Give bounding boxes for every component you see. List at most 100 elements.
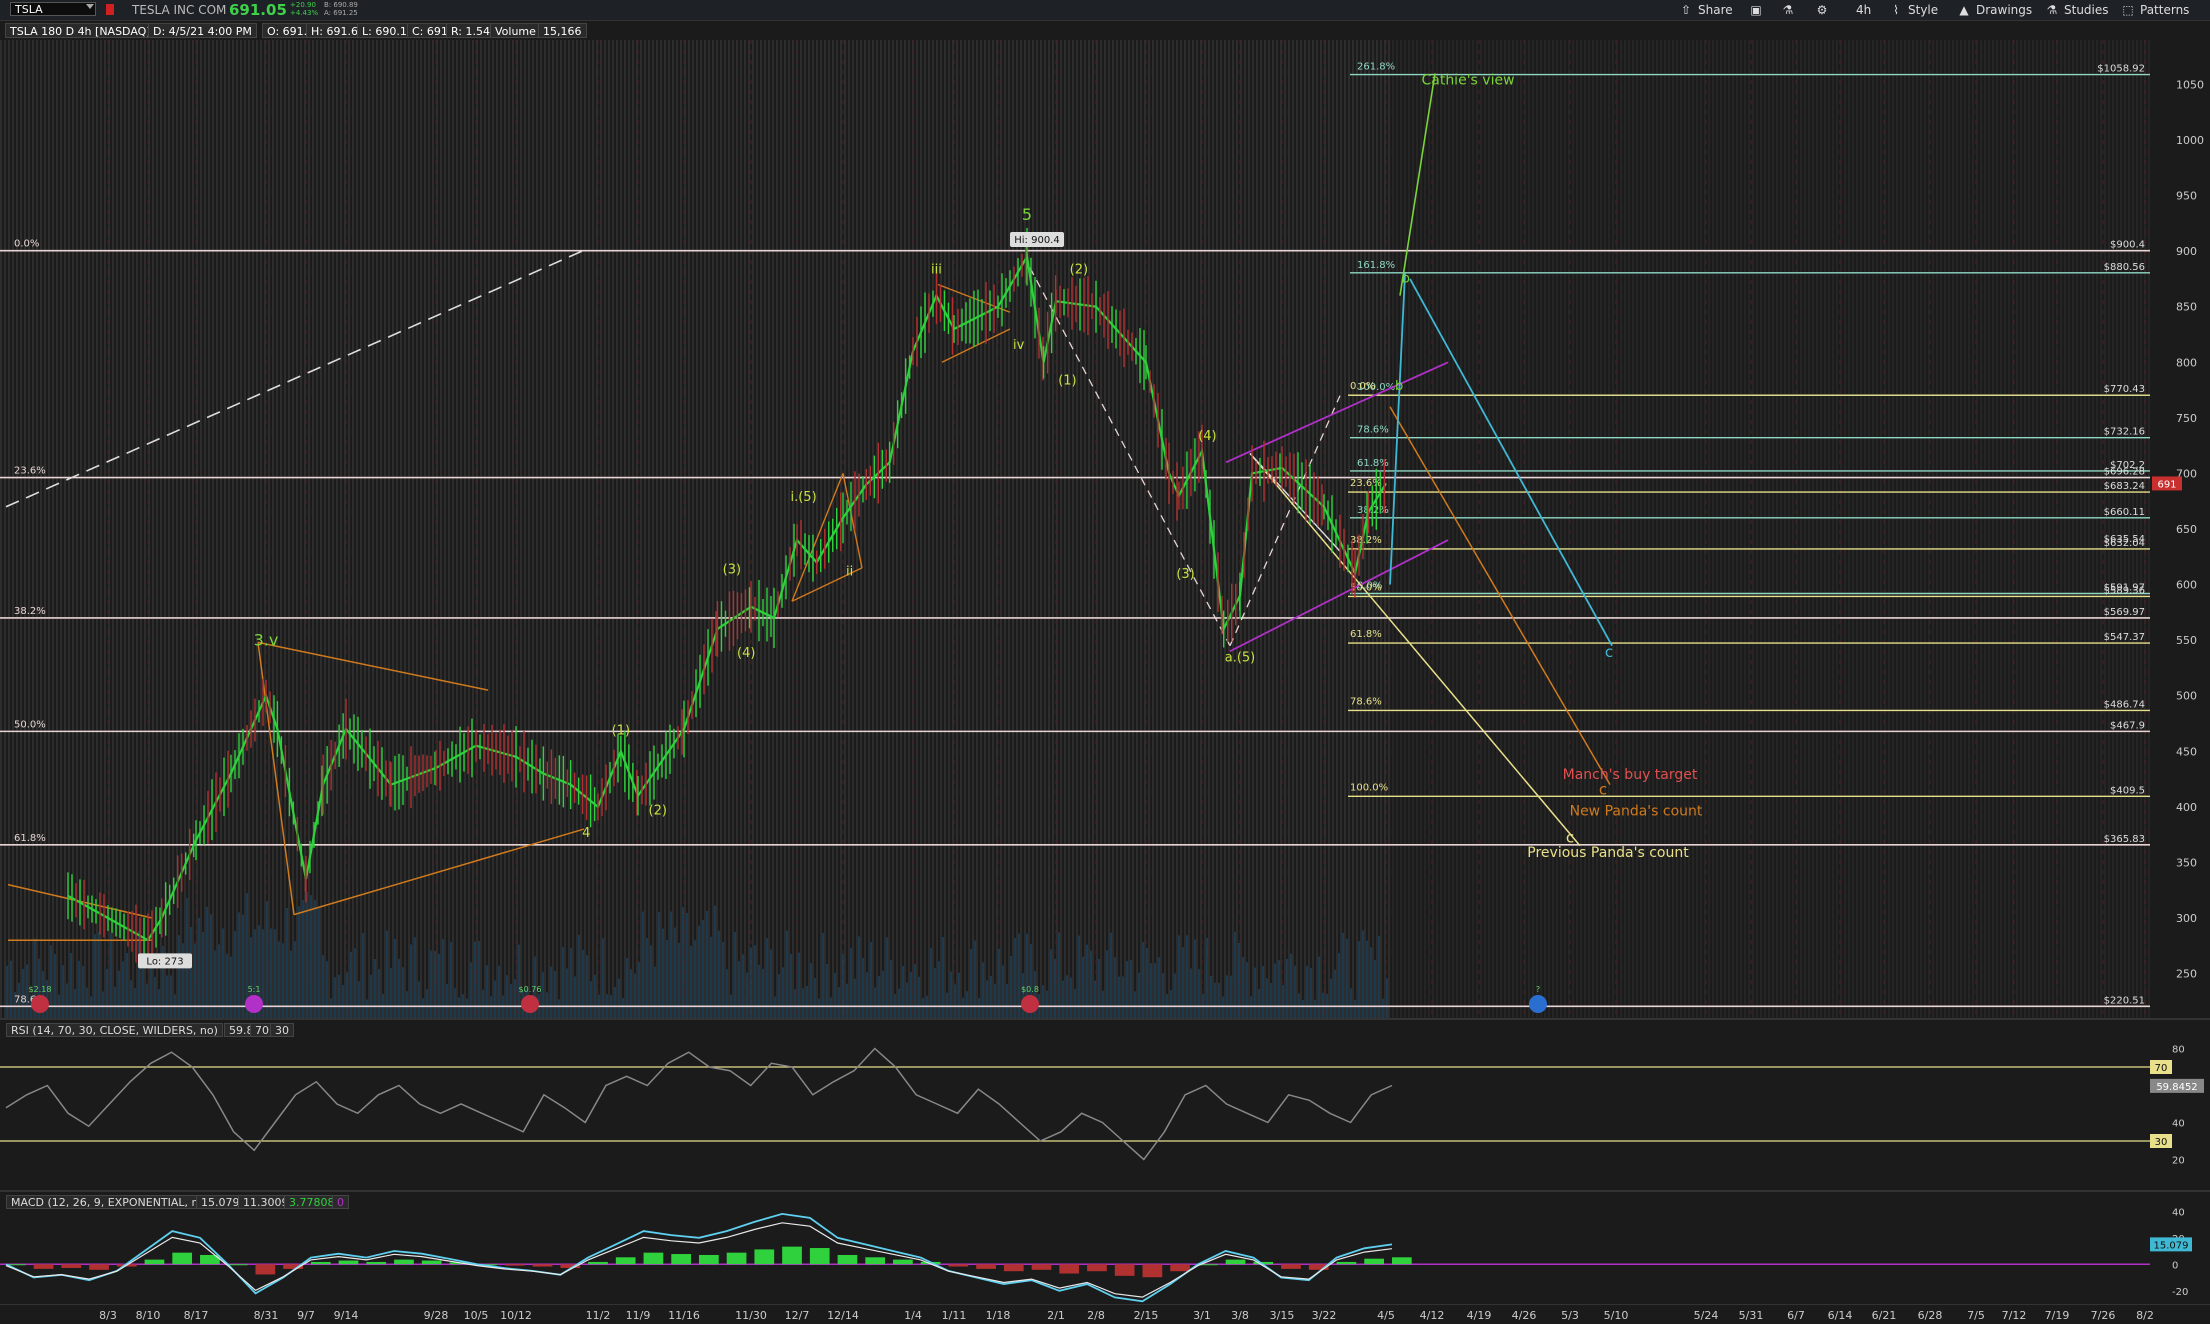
- volume-bar: [1066, 975, 1068, 1018]
- chevron-down-icon[interactable]: [86, 4, 94, 9]
- wave-label: (1): [612, 724, 630, 739]
- volume-bar: [1314, 999, 1316, 1018]
- style-icon[interactable]: ⌇: [1888, 2, 1904, 18]
- x-tick-label: 3/22: [1312, 1309, 1337, 1322]
- volume-bar: [390, 968, 392, 1018]
- volume-bar: [10, 960, 12, 1018]
- x-tick-label: 8/17: [184, 1309, 209, 1322]
- volume-bar: [54, 953, 56, 1018]
- volume-bar: [1306, 965, 1308, 1018]
- volume-bar: [434, 951, 436, 1018]
- company-name: TESLA INC COM: [132, 3, 227, 17]
- wave-label: b: [1395, 379, 1403, 394]
- annotation-label: c: [1566, 828, 1574, 846]
- volume-bar: [1002, 965, 1004, 1018]
- volume-bar: [1046, 990, 1048, 1018]
- volume-bar: [794, 989, 796, 1018]
- volume-bar: [1158, 957, 1160, 1018]
- x-tick-label: 10/5: [464, 1309, 489, 1322]
- flask-icon[interactable]: ⚗: [1780, 2, 1796, 18]
- volume-bar: [146, 983, 148, 1018]
- event-marker-icon: [1529, 995, 1547, 1013]
- studies-button[interactable]: Studies: [2064, 2, 2109, 18]
- volume-bar: [470, 962, 472, 1018]
- macd-histogram-bar: [89, 1264, 109, 1270]
- wave-label: (2): [1070, 262, 1088, 277]
- rsi-chart[interactable]: 20406080703059.8452: [0, 1020, 2210, 1188]
- volume-bar: [238, 912, 240, 1018]
- x-axis: 8/3 8/10 8/17 8/31 9/7 9/14 9/28 10/5 10/12 11/2 1…: [0, 1304, 2210, 1324]
- volume-bar: [122, 961, 124, 1018]
- volume-bar: [1218, 982, 1220, 1018]
- y-tick-label: 650: [2176, 523, 2197, 536]
- volume-bar: [1162, 973, 1164, 1018]
- volume-bar: [1386, 978, 1388, 1018]
- volume-bar: [142, 968, 144, 1018]
- volume-bar: [314, 899, 316, 1018]
- share-icon[interactable]: ⇧: [1678, 2, 1694, 18]
- x-tick-label: 5/10: [1604, 1309, 1629, 1322]
- wave-label: b: [1402, 271, 1410, 286]
- price-chart[interactable]: 0.0%23.6%38.2%50.0%61.8%78.6%261.8%161.8…: [0, 40, 2210, 1018]
- x-tick-label: 6/7: [1787, 1309, 1805, 1322]
- volume-bar: [978, 997, 980, 1018]
- macd-histogram-bar: [948, 1264, 969, 1267]
- volume-bar: [114, 986, 116, 1018]
- cursor-icon[interactable]: ▲: [1956, 2, 1972, 18]
- macd-histogram-bar: [726, 1252, 747, 1265]
- volume-bar: [1126, 961, 1128, 1018]
- rsi-30-label: 30: [2155, 1137, 2168, 1148]
- macd-histogram-bar: [1142, 1264, 1163, 1278]
- volume-bar: [1318, 956, 1320, 1018]
- macd-histogram-bar: [643, 1252, 664, 1265]
- volume-bar: [810, 963, 812, 1018]
- volume-bar: [1258, 989, 1260, 1018]
- x-tick-label: 1/18: [986, 1309, 1011, 1322]
- flask-studies-icon[interactable]: ⚗: [2044, 2, 2060, 18]
- volume-bar: [854, 978, 856, 1018]
- volume-bar: [386, 930, 388, 1018]
- y-tick-label: 850: [2176, 301, 2197, 314]
- symbol-input[interactable]: TSLA: [10, 2, 96, 16]
- gear-icon[interactable]: ⚙: [1814, 2, 1830, 18]
- volume-bar: [662, 928, 664, 1018]
- volume-bar: [1310, 967, 1312, 1018]
- volume-bar: [1082, 956, 1084, 1018]
- wave-label: (3): [723, 562, 741, 577]
- volume-bar: [210, 914, 212, 1018]
- drawings-button[interactable]: Drawings: [1976, 2, 2032, 18]
- volume-bar: [1338, 953, 1340, 1018]
- event-marker-icon: [521, 995, 539, 1013]
- volume-bar: [334, 977, 336, 1018]
- layout-icon[interactable]: ▣: [1748, 2, 1764, 18]
- timeframe-button[interactable]: 4h: [1856, 2, 1871, 18]
- volume-bar: [1010, 956, 1012, 1018]
- x-tick-label: 7/5: [1967, 1309, 1985, 1322]
- patterns-button[interactable]: Patterns: [2140, 2, 2189, 18]
- y-tick-label: 350: [2176, 856, 2197, 869]
- rsi-value-label: 59.8452: [2156, 1082, 2197, 1093]
- volume-bar: [1138, 972, 1140, 1018]
- x-tick-label: 3/1: [1193, 1309, 1211, 1322]
- volume-bar: [1154, 963, 1156, 1018]
- volume-bar: [1270, 983, 1272, 1018]
- patterns-icon[interactable]: ⬚: [2120, 2, 2136, 18]
- volume-bar: [106, 968, 108, 1018]
- style-button[interactable]: Style: [1908, 2, 1938, 18]
- share-button[interactable]: Share: [1698, 2, 1733, 18]
- x-tick-label: 1/11: [942, 1309, 967, 1322]
- x-tick-label: 3/15: [1270, 1309, 1295, 1322]
- volume-label: Volume: [490, 23, 541, 38]
- volume-bar: [362, 933, 364, 1018]
- x-tick-label: 9/28: [424, 1309, 449, 1322]
- volume-bar: [402, 967, 404, 1018]
- wave-label: iii: [931, 262, 942, 277]
- macd-histogram-bar: [1031, 1264, 1052, 1270]
- x-tick-label: 4/26: [1512, 1309, 1537, 1322]
- x-tick-label: 2/15: [1134, 1309, 1159, 1322]
- macd-label: MACD (12, 26, 9, EXPONENTIAL, no): [6, 1195, 215, 1209]
- volume-bar: [718, 930, 720, 1018]
- volume-bar: [702, 919, 704, 1018]
- volume-bar: [266, 901, 268, 1018]
- volume-bar: [862, 958, 864, 1018]
